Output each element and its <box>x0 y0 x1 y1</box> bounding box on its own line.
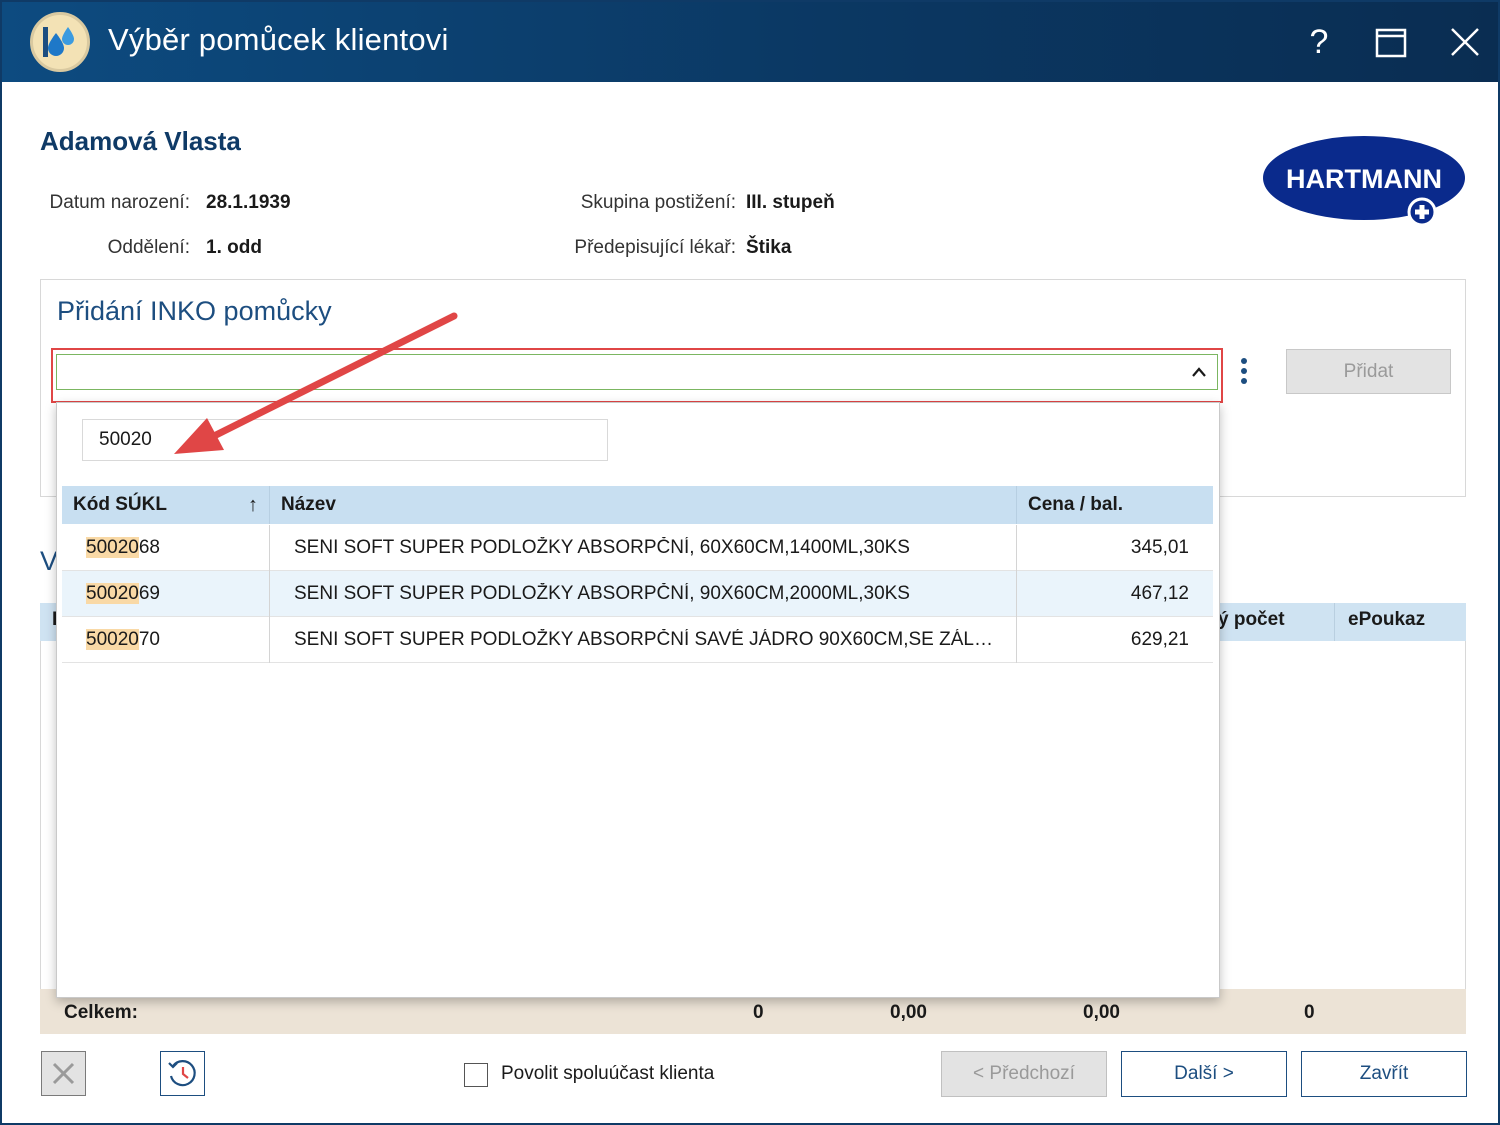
header-divider <box>269 486 270 524</box>
row-code-match: 50020 <box>86 537 139 558</box>
header-divider <box>1016 486 1017 524</box>
prescribing-doctor-value: Štika <box>746 237 792 258</box>
close-window-button[interactable] <box>1442 20 1488 64</box>
svg-text:HARTMANN: HARTMANN <box>1286 164 1442 194</box>
totals-value-2: 0,00 <box>890 1002 927 1023</box>
totals-value-4: 0 <box>1304 1002 1315 1023</box>
chevron-up-icon[interactable] <box>1188 360 1210 384</box>
maximize-button[interactable] <box>1368 20 1414 64</box>
add-item-title: Přidání INKO pomůcky <box>57 296 332 326</box>
totals-value-1: 0 <box>753 1002 764 1023</box>
dialog-window: Výběr pomůcek klientovi ? Adamová Vlasta… <box>0 0 1500 1125</box>
row-code-rest: 69 <box>138 583 160 604</box>
row-code: 5002069 <box>86 583 160 605</box>
row-name: SENI SOFT SUPER PODLOŽKY ABSORPČNÍ SAVÉ … <box>294 629 994 650</box>
row-code: 5002070 <box>86 629 160 651</box>
delete-icon <box>52 1062 75 1085</box>
sort-ascending-icon[interactable]: ↑ <box>248 494 258 517</box>
title-bar: Výběr pomůcek klientovi ? <box>2 2 1498 82</box>
totals-label: Celkem: <box>64 1002 138 1023</box>
row-code-rest: 70 <box>138 629 160 650</box>
totals-value-3: 0,00 <box>1083 1002 1120 1023</box>
copayment-checkbox[interactable] <box>464 1063 488 1087</box>
items-col-epoukaz[interactable]: ePoukaz <box>1348 609 1425 631</box>
disability-group-value: III. stupeň <box>746 192 835 213</box>
column-divider <box>269 525 270 663</box>
row-name: SENI SOFT SUPER PODLOŽKY ABSORPČNÍ, 90X6… <box>294 583 910 604</box>
prescribing-doctor-label: Předepisující lékař: <box>574 237 736 258</box>
copayment-checkbox-label[interactable]: Povolit spoluúčast klienta <box>501 1063 714 1085</box>
column-divider <box>1016 525 1017 663</box>
department-value: 1. odd <box>206 237 262 258</box>
dropdown-row[interactable]: 5002068 SENI SOFT SUPER PODLOŽKY ABSORPČ… <box>62 525 1213 571</box>
history-icon <box>168 1060 196 1087</box>
more-options-icon[interactable] <box>1234 356 1254 388</box>
history-button[interactable] <box>160 1051 205 1096</box>
col-header-price[interactable]: Cena / bal. <box>1028 494 1123 516</box>
birth-date-value: 28.1.1939 <box>206 192 291 213</box>
window-title: Výběr pomůcek klientovi <box>108 22 449 57</box>
dropdown-search-input[interactable] <box>82 419 608 461</box>
row-code-rest: 68 <box>138 537 160 558</box>
items-col-count[interactable]: ý počet <box>1218 609 1285 631</box>
close-button[interactable]: Zavřít <box>1301 1051 1467 1097</box>
previous-button[interactable]: < Předchozí <box>941 1051 1107 1097</box>
client-name: Adamová Vlasta <box>40 126 241 156</box>
app-drop-icon <box>30 12 90 72</box>
birth-date-label: Datum narození: <box>49 192 190 213</box>
items-col-divider <box>1334 603 1335 641</box>
col-header-name[interactable]: Název <box>281 494 336 516</box>
row-name: SENI SOFT SUPER PODLOŽKY ABSORPČNÍ, 60X6… <box>294 537 910 558</box>
hartmann-logo: HARTMANN <box>1262 136 1467 227</box>
help-button[interactable]: ? <box>1296 20 1342 64</box>
col-header-code[interactable]: Kód SÚKL <box>73 494 167 516</box>
row-price: 467,12 <box>1130 583 1189 604</box>
row-code-match: 50020 <box>86 629 139 650</box>
item-combobox[interactable] <box>56 354 1218 390</box>
dropdown-row[interactable]: 5002069 SENI SOFT SUPER PODLOŽKY ABSORPČ… <box>62 571 1213 617</box>
add-button[interactable]: Přidat <box>1286 349 1451 394</box>
next-button[interactable]: Další > <box>1121 1051 1287 1097</box>
disability-group-label: Skupina postižení: <box>580 192 736 213</box>
delete-button[interactable] <box>41 1051 86 1096</box>
row-code-match: 50020 <box>86 583 139 604</box>
row-price: 629,21 <box>1130 629 1189 650</box>
row-price: 345,01 <box>1130 537 1189 558</box>
department-label: Oddělení: <box>107 237 190 258</box>
dropdown-row[interactable]: 5002070 SENI SOFT SUPER PODLOŽKY ABSORPČ… <box>62 617 1213 663</box>
row-code: 5002068 <box>86 537 160 559</box>
